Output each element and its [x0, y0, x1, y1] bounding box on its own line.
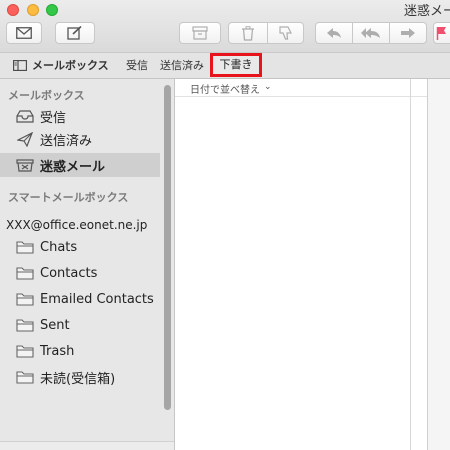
flag-button[interactable]	[433, 22, 450, 44]
archive-box-icon	[192, 26, 208, 40]
close-window-button[interactable]	[7, 4, 19, 16]
sort-bar: 日付で並べ替え ⌄	[175, 79, 427, 97]
trash-can-icon	[242, 25, 254, 41]
show-mailboxes-button[interactable]: メールボックス	[13, 53, 109, 78]
mailbox-sidebar: メールボックス 受信 送信済み 迷惑メール スマートメールボックス XXX@of…	[0, 79, 175, 450]
get-mail-button[interactable]	[6, 22, 42, 44]
forward-button[interactable]	[389, 22, 427, 44]
archive-button[interactable]	[179, 22, 221, 44]
sort-by-date-button[interactable]: 日付で並べ替え	[190, 81, 260, 96]
sidebar-item-label: 受信	[40, 110, 67, 126]
folder-icon	[16, 318, 34, 332]
folder-icon	[16, 266, 34, 280]
favorites-bar: メールボックス 受信 送信済み 下書き	[0, 52, 450, 79]
zoom-window-button[interactable]	[46, 4, 58, 16]
junk-button[interactable]	[267, 22, 304, 44]
forward-arrow-icon	[401, 28, 415, 38]
sidebar-item-label: Emailed Contacts	[40, 291, 154, 307]
reply-arrow-icon	[327, 28, 341, 38]
sidebar-item-sent[interactable]: 送信済み	[0, 127, 160, 151]
compose-icon	[67, 26, 82, 40]
favorite-drafts[interactable]: 下書き	[210, 53, 262, 77]
mailboxes-section-header: メールボックス	[8, 89, 85, 102]
folder-icon	[16, 344, 34, 358]
reply-all-button[interactable]	[352, 22, 390, 44]
sidebar-item-label: 送信済み	[40, 133, 93, 149]
favorite-sent[interactable]: 送信済み	[160, 53, 204, 78]
sidebar-item-sent-folder[interactable]: Sent	[0, 313, 160, 337]
compose-button[interactable]	[55, 22, 95, 44]
sidebar-item-label: 迷惑メール	[40, 159, 106, 175]
sidebar-item-inbox[interactable]: 受信	[0, 104, 160, 128]
thumbs-down-icon	[278, 26, 292, 40]
minimize-window-button[interactable]	[27, 4, 39, 16]
account-header[interactable]: XXX@office.eonet.ne.jp	[6, 218, 147, 232]
sidebar-bottom-bar	[0, 441, 174, 450]
inbox-tray-icon	[16, 109, 34, 123]
sidebar-item-label: Chats	[40, 239, 78, 255]
paper-plane-icon	[16, 131, 34, 147]
sidebar-item-trash[interactable]: Trash	[0, 339, 160, 363]
list-divider	[410, 79, 411, 450]
message-viewer-pane	[427, 79, 450, 450]
delete-button[interactable]	[228, 22, 268, 44]
reply-all-arrow-icon	[361, 28, 380, 38]
title-bar: 迷惑メール	[0, 0, 450, 52]
mailboxes-toggle-label: メールボックス	[32, 59, 109, 72]
sidebar-item-junk[interactable]: 迷惑メール	[0, 153, 160, 177]
sidebar-item-label: Trash	[40, 343, 75, 359]
folder-icon	[16, 240, 34, 254]
sidebar-item-label: 未読(受信箱)	[40, 371, 116, 387]
sidebar-item-label: Contacts	[40, 265, 98, 281]
envelope-icon	[16, 27, 32, 39]
chevron-down-icon[interactable]: ⌄	[264, 82, 272, 92]
window-title: 迷惑メール	[404, 4, 450, 19]
sidebar-toggle-icon	[13, 60, 27, 71]
sidebar-item-emailed-contacts[interactable]: Emailed Contacts	[0, 287, 160, 311]
sidebar-item-chats[interactable]: Chats	[0, 235, 160, 259]
sidebar-item-unread-inbox[interactable]: 未読(受信箱)	[0, 365, 160, 389]
sidebar-item-contacts[interactable]: Contacts	[0, 261, 160, 285]
message-list[interactable]: 日付で並べ替え ⌄	[175, 79, 427, 450]
folder-icon	[16, 292, 34, 306]
favorite-inbox[interactable]: 受信	[126, 53, 148, 78]
folder-icon	[16, 370, 34, 384]
junk-bin-icon	[16, 158, 34, 172]
smart-mailboxes-section-header: スマートメールボックス	[8, 191, 129, 204]
flag-icon	[436, 27, 446, 40]
reply-button[interactable]	[315, 22, 353, 44]
sidebar-scrollbar[interactable]	[164, 85, 171, 410]
sidebar-item-label: Sent	[40, 317, 70, 333]
